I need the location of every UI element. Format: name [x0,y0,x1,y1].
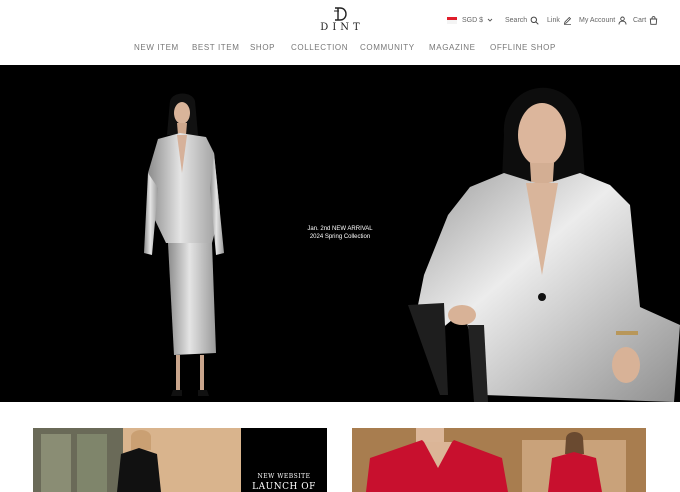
logo-mark-icon [334,7,347,21]
currency-label: SGD $ [462,16,484,24]
currency-selector[interactable]: SGD $ [447,14,493,26]
nav-offline-shop[interactable]: OFFLINE SHOP [490,43,556,52]
nav-shop[interactable]: SHOP [250,43,275,52]
promo-left-line1: NEW WEBSITE [257,473,311,480]
promo-left-image [33,428,241,492]
pencil-icon [563,16,571,25]
cart-icon [650,15,658,25]
cart-label: Cart [633,16,647,24]
promo-card-new-website[interactable]: NEW WEBSITE LAUNCH OF [33,428,327,492]
promo-left-line2: LAUNCH OF [252,482,316,492]
search-label: Search [505,16,528,24]
link-label: Link [547,16,560,24]
nav-best-item[interactable]: BEST ITEM [192,43,239,52]
hero-caption: Jan. 2nd NEW ARRIVAL 2024 Spring Collect… [300,225,380,241]
search-icon [530,16,539,25]
link-button[interactable]: Link [547,14,572,26]
nav-new-item[interactable]: NEW ITEM [134,43,179,52]
account-label: My Account [579,16,616,24]
hero-model-seated-image [408,87,680,402]
hero-caption-line2: 2024 Spring Collection [309,234,371,240]
main-nav: NEW ITEM BEST ITEM SHOP COLLECTION COMMU… [0,43,680,55]
promo-card-red-collection[interactable] [352,428,646,492]
site-header: DINT SGD $ Search Link My Account Cart N… [0,0,680,64]
user-icon [618,16,627,25]
nav-community[interactable]: COMMUNITY [360,43,415,52]
promo-right-image [352,428,646,492]
search-button[interactable]: Search [505,14,539,26]
chevron-down-icon [487,18,493,22]
hero-caption-line1: Jan. 2nd NEW ARRIVAL [307,226,373,232]
nav-collection[interactable]: COLLECTION [291,43,348,52]
hero-banner[interactable]: Jan. 2nd NEW ARRIVAL 2024 Spring Collect… [0,65,680,402]
nav-magazine[interactable]: MAGAZINE [429,43,476,52]
brand-logo[interactable]: DINT [314,6,366,33]
my-account-button[interactable]: My Account [579,14,627,26]
cart-button[interactable]: Cart [633,14,658,26]
hero-model-standing-image [144,93,224,396]
flag-icon [447,16,457,24]
brand-name: DINT [320,22,364,33]
